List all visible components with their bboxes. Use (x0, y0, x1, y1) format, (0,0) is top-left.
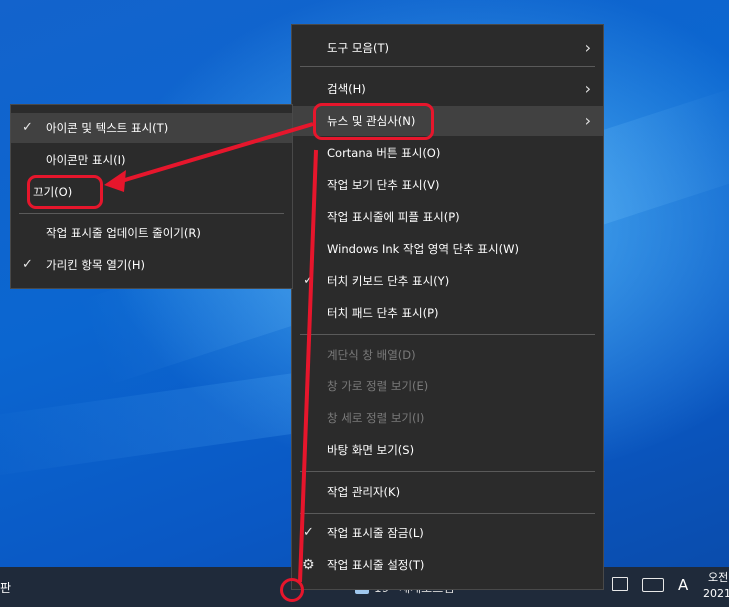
annotation-arrow-line (117, 122, 314, 184)
annotation-vertical-line (298, 149, 318, 583)
annotation-arrow-head (104, 170, 126, 192)
annotation-arrows (104, 122, 318, 583)
